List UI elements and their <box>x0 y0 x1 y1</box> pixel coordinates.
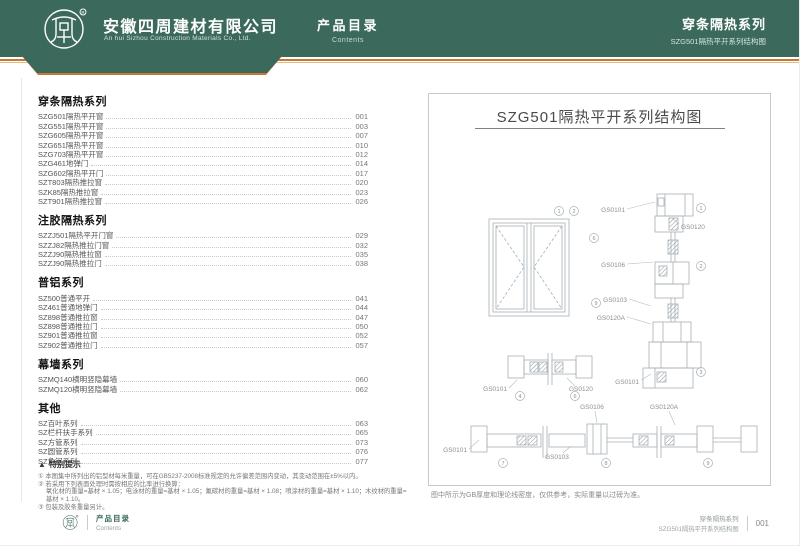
callout: GS0101 <box>601 207 625 214</box>
company-logo-icon: R <box>42 6 88 52</box>
callout: GS0120A <box>650 404 679 411</box>
footer-series: 穿条隔热系列 <box>659 513 739 523</box>
toc-item[interactable]: SZZJ90隔热推拉门038 <box>38 259 368 268</box>
page-title: 产品目录 <box>303 15 393 34</box>
structure-diagram: GS0101 GS0120 GS0106 GS0103 GS0120A GS01… <box>429 94 770 485</box>
footer-divider <box>747 516 748 531</box>
special-notes: ▲ 特别提示 ① 本图集中所列出的铝型材每米重量，可在GB5237-2008标准… <box>38 459 410 512</box>
toc-section-zhujiao: 注胶隔热系列 SZZJ501隔热平开门窗029 SZZJ82隔热推拉门窗032 … <box>38 215 368 269</box>
toc-item[interactable]: SZZJ90隔热推拉窗035 <box>38 250 368 259</box>
page-number: 001 <box>756 519 769 528</box>
toc-section-title: 注胶隔热系列 <box>38 215 368 228</box>
callout: GS0106 <box>580 404 604 411</box>
marker-number: 7 <box>501 461 504 467</box>
toc-item[interactable]: SZ方管系列073 <box>38 437 368 446</box>
toc-item[interactable]: SZ500普通平开041 <box>38 293 368 302</box>
marker-number: 4 <box>518 394 521 400</box>
toc-section-title: 穿条隔热系列 <box>38 96 368 109</box>
header-right: 穿条隔热系列 SZG501隔热平开系列结构图 <box>671 14 766 47</box>
horizontal-section <box>508 353 592 385</box>
toc-item[interactable]: SZMQ120横明竖隐幕墙062 <box>38 384 368 393</box>
toc-section-title: 普铝系列 <box>38 277 368 290</box>
section-markers: 1 2 1 2 3 6 9 4 6 7 8 9 <box>499 204 713 468</box>
footer-logo-icon <box>62 514 79 531</box>
callout: GS0103 <box>603 297 627 304</box>
marker-number: 9 <box>594 301 597 307</box>
footer-page-title: 产品目录 <box>96 513 130 524</box>
diagram-note: 图中所示为GB厚度和理论线密度，仅供参考，实际重量以过磅为准。 <box>431 490 644 500</box>
profile-sections <box>471 194 757 458</box>
page-subtitle: Contents <box>303 37 393 44</box>
callout: GS0101 <box>615 379 639 386</box>
window-elevation <box>489 219 569 316</box>
toc-item[interactable]: SZT901隔热推拉窗026 <box>38 197 368 206</box>
marker-number: 8 <box>604 461 607 467</box>
header-center: 产品目录 Contents <box>303 15 393 44</box>
toc-section-chuantiao: 穿条隔热系列 SZG501隔热平开窗001 SZG551隔热平开窗003 SZG… <box>38 96 368 206</box>
toc-section-title: 幕墙系列 <box>38 359 368 372</box>
toc-section-pulv: 普铝系列 SZ500普通平开041 SZ461普通地弹门044 SZ898普通推… <box>38 277 368 349</box>
toc-item[interactable]: SZ898普通推拉窗047 <box>38 312 368 321</box>
callout: GS0120 <box>681 224 705 231</box>
toc-item[interactable]: SZ百叶系列063 <box>38 419 368 428</box>
toc-item[interactable]: SZT803隔热推拉窗020 <box>38 178 368 187</box>
footer-divider <box>87 515 88 530</box>
callout: GS0120A <box>597 315 626 322</box>
callout: GS0101 <box>443 447 467 454</box>
header-bar: 安徽四周建材有限公司 An hui Sizhou Construction Ma… <box>0 0 800 57</box>
warning-icon: ▲ <box>38 461 46 469</box>
toc-item[interactable]: SZG703隔热平开窗012 <box>38 150 368 159</box>
company-name-english: An hui Sizhou Construction Materials Co.… <box>104 35 251 42</box>
logo-ribbon <box>22 56 282 75</box>
toc-item[interactable]: SZZJ501隔热平开门窗029 <box>38 231 368 240</box>
catalog-page: 安徽四周建材有限公司 An hui Sizhou Construction Ma… <box>0 0 800 546</box>
table-of-contents: 穿条隔热系列 SZG501隔热平开窗001 SZG551隔热平开窗003 SZG… <box>38 96 368 475</box>
toc-item[interactable]: SZ圆管系列076 <box>38 447 368 456</box>
toc-item[interactable]: SZG461地弹门014 <box>38 159 368 168</box>
footer-right: 穿条隔热系列 SZG501隔热平开系列结构图 001 <box>659 513 769 533</box>
toc-item[interactable]: SZ901普通推拉窗052 <box>38 331 368 340</box>
marker-number: 9 <box>706 461 709 467</box>
toc-section-title: 其他 <box>38 403 368 416</box>
marker-number: 6 <box>592 236 595 242</box>
notes-title: 特别提示 <box>49 459 81 470</box>
marker-number: 3 <box>699 370 702 376</box>
note-line-3: 氧化材的重量=基材 × 1.05；电泳材的重量=基材 × 1.05；氟碳材的重量… <box>38 488 410 503</box>
toc-item[interactable]: SZG551隔热平开窗003 <box>38 121 368 130</box>
marker-number: 2 <box>572 209 575 215</box>
series-title: 穿条隔热系列 <box>671 14 766 33</box>
callout: GS0106 <box>601 262 625 269</box>
bottom-section <box>471 424 757 458</box>
note-line-4: ③ 包装及胶条重量另计。 <box>38 504 410 512</box>
toc-item[interactable]: SZK85隔热推拉窗023 <box>38 187 368 196</box>
leader-lines <box>469 202 679 453</box>
toc-item[interactable]: SZMQ140横明竖隐幕墙060 <box>38 375 368 384</box>
marker-number: 1 <box>557 209 560 215</box>
callout-labels: GS0101 GS0120 GS0106 GS0103 GS0120A GS01… <box>443 207 705 461</box>
company-name: 安徽四周建材有限公司 <box>103 13 278 37</box>
footer-series-sub: SZG501隔热平开系列结构图 <box>659 524 739 533</box>
toc-item[interactable]: SZG651隔热平开窗010 <box>38 140 368 149</box>
note-line-1: ① 本图集中所列出的铝型材每米重量，可在GB5237-2008标准规定的允许偏差… <box>38 473 410 481</box>
toc-section-qita: 其他 SZ百叶系列063 SZ栏杆扶手系列065 SZ方管系列073 SZ圆管系… <box>38 403 368 466</box>
toc-section-muqiang: 幕墙系列 SZMQ140横明竖隐幕墙060 SZMQ120横明竖隐幕墙062 <box>38 359 368 394</box>
footer-page-subtitle: Contents <box>96 525 130 532</box>
toc-item[interactable]: SZZJ82隔热推拉门窗032 <box>38 240 368 249</box>
series-subtitle: SZG501隔热平开系列结构图 <box>671 36 766 47</box>
toc-item[interactable]: SZ栏杆扶手系列065 <box>38 428 368 437</box>
diagram-panel: SZG501隔热平开系列结构图 <box>428 93 771 486</box>
toc-item[interactable]: SZ898普通推拉门050 <box>38 322 368 331</box>
toc-item[interactable]: SZG605隔热平开窗007 <box>38 131 368 140</box>
toc-item[interactable]: SZG501隔热平开窗001 <box>38 112 368 121</box>
marker-number: 1 <box>699 206 702 212</box>
toc-item[interactable]: SZ461普通地弹门044 <box>38 303 368 312</box>
marker-number: 6 <box>573 394 576 400</box>
marker-number: 2 <box>699 264 702 270</box>
toc-item[interactable]: SZG602隔热平开门017 <box>38 168 368 177</box>
footer-left: 产品目录 Contents <box>62 513 130 532</box>
page-fold-line <box>21 78 22 502</box>
callout: GS0103 <box>545 454 569 461</box>
toc-item[interactable]: SZ902普通推拉门057 <box>38 340 368 349</box>
callout: GS0101 <box>483 386 507 393</box>
